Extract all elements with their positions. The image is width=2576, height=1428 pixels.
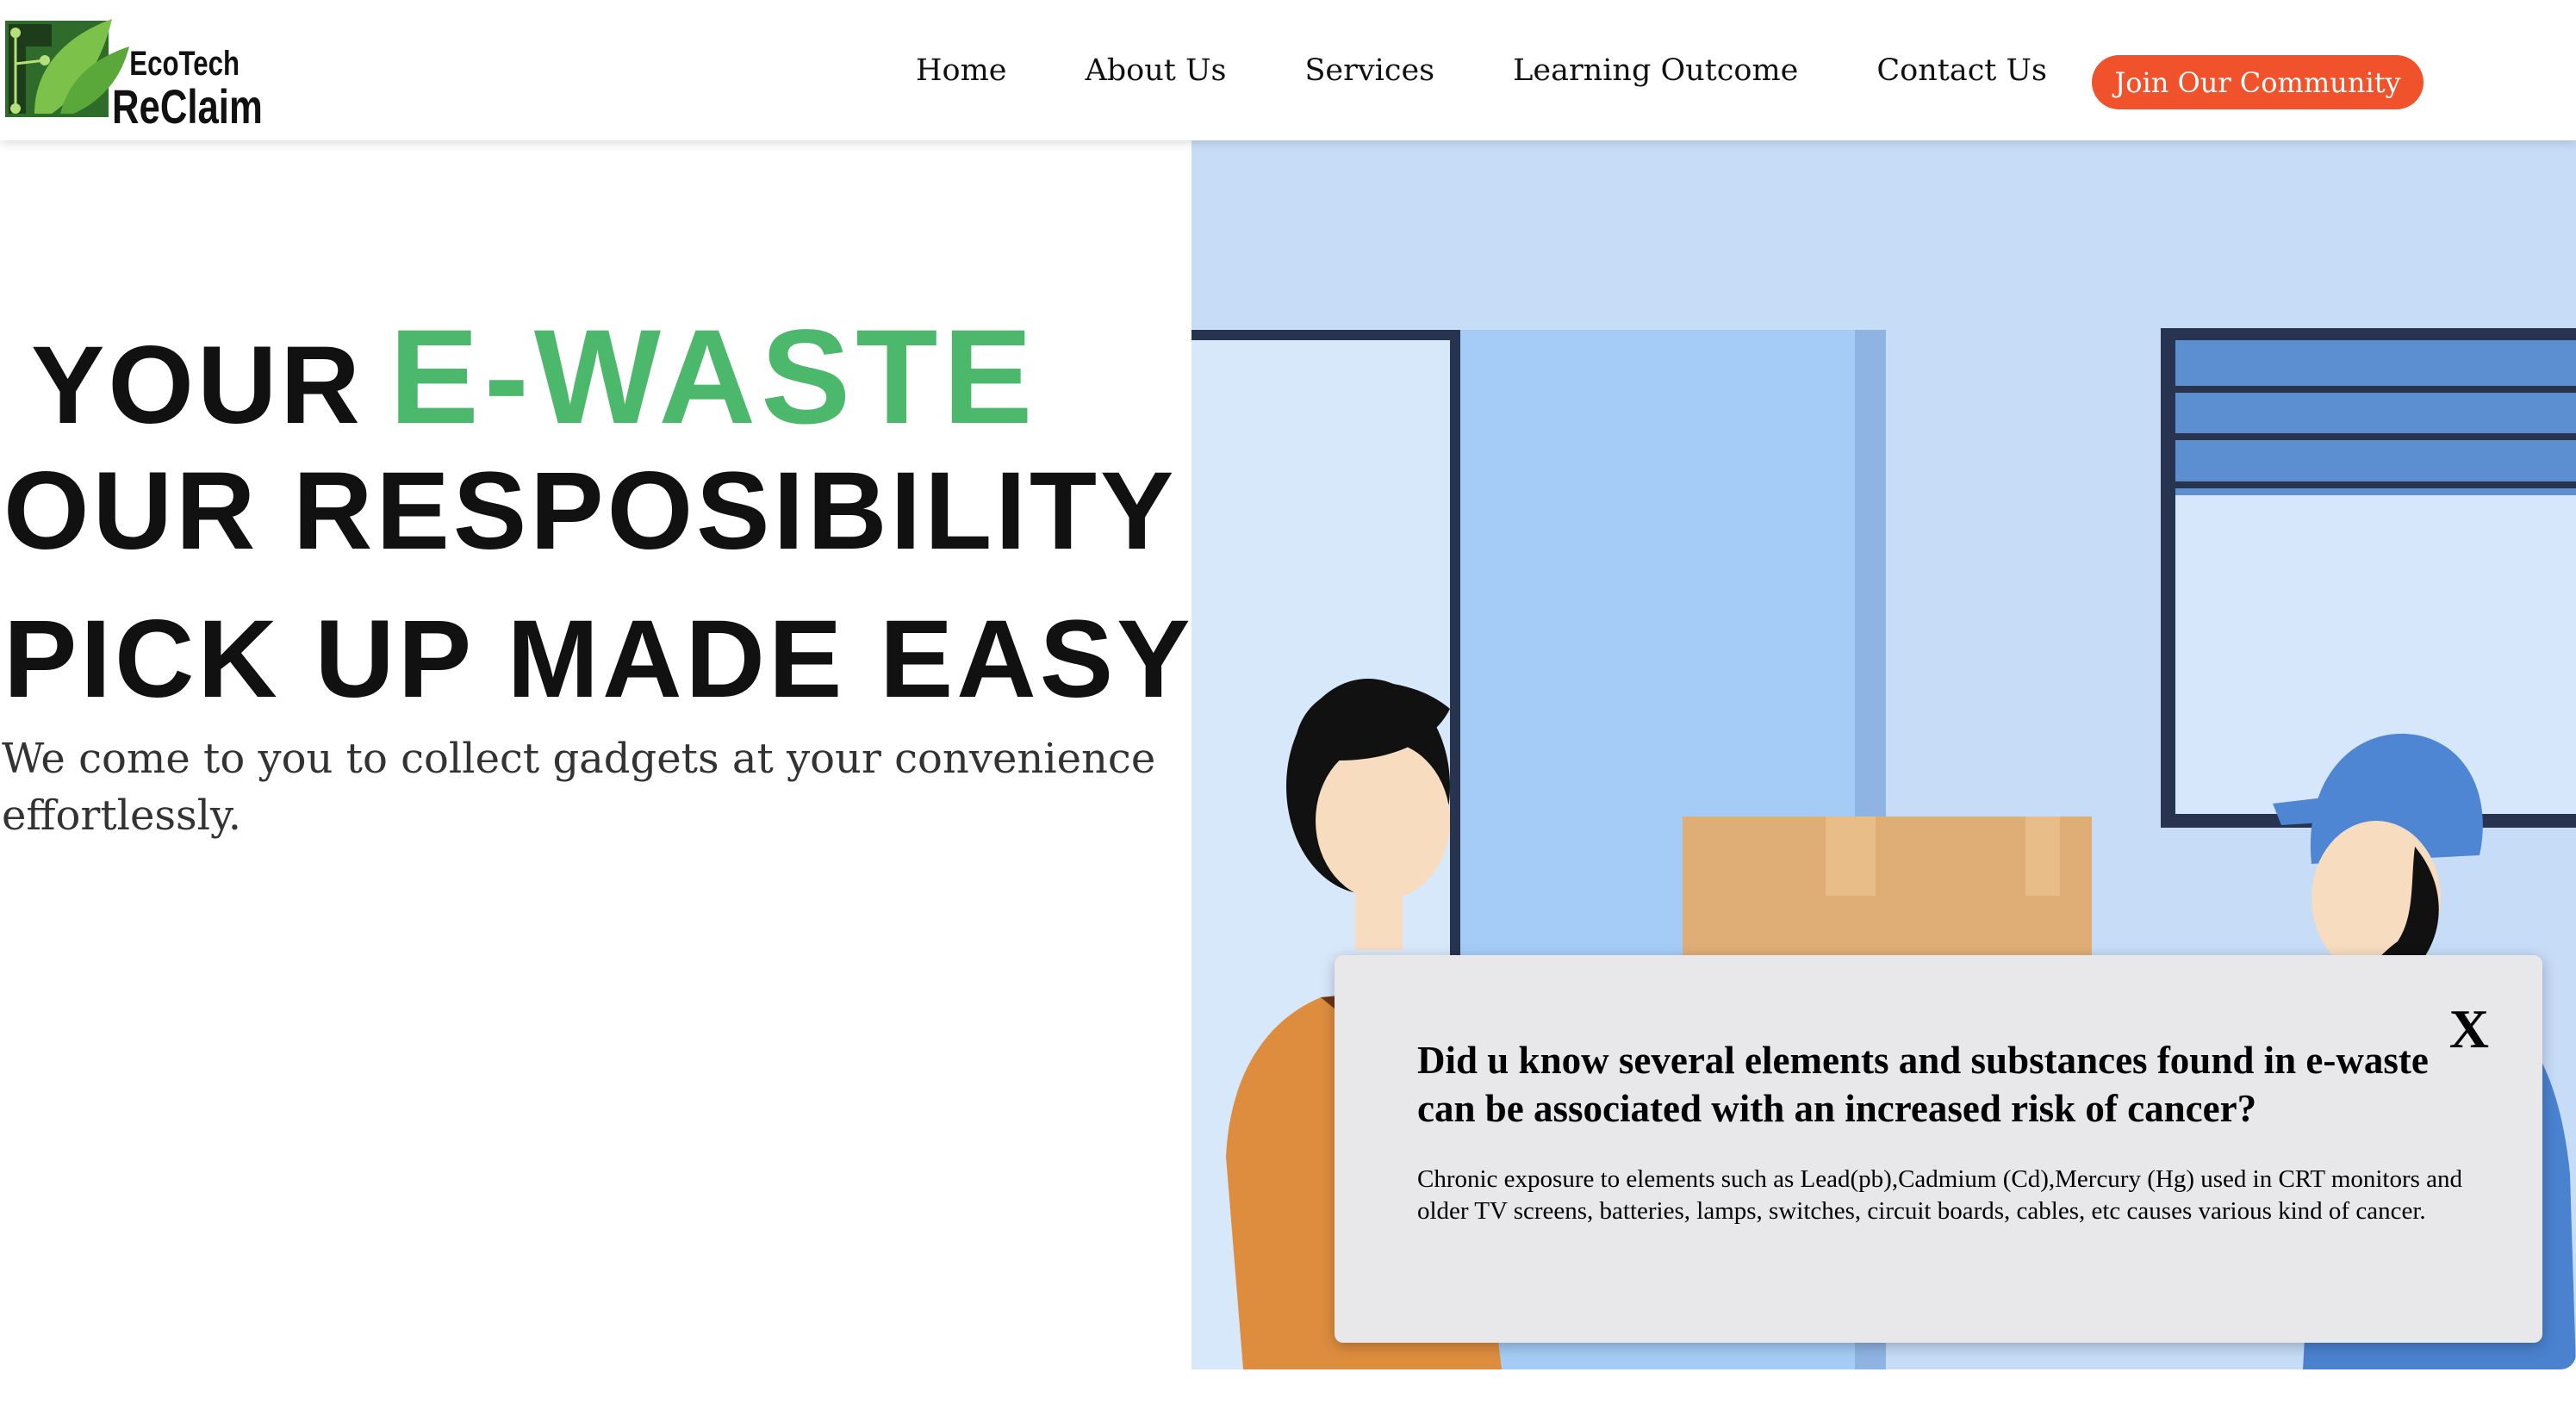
nav-contact-us-link[interactable]: Contact Us bbox=[1876, 53, 2047, 88]
fact-popup: X Did u know several elements and substa… bbox=[1335, 955, 2542, 1343]
brand-name-line2: ReClaim bbox=[112, 79, 263, 133]
hero-line-1: YOUR E-WASTE bbox=[31, 310, 1038, 444]
page: EcoTech ReClaim Home About Us Services L… bbox=[0, 0, 2576, 1428]
brand-name-line1: EcoTech bbox=[129, 45, 240, 83]
brand-logo[interactable]: EcoTech ReClaim bbox=[0, 12, 263, 131]
nav-services-link[interactable]: Services bbox=[1304, 53, 1434, 88]
popup-title: Did u know several elements and substanc… bbox=[1417, 1039, 2429, 1130]
hero-subtitle: We come to you to collect gadgets at you… bbox=[2, 735, 1156, 840]
join-community-button[interactable]: Join Our Community bbox=[2092, 55, 2424, 109]
nav-about-us-link[interactable]: About Us bbox=[1086, 53, 1227, 88]
top-navbar: EcoTech ReClaim Home About Us Services L… bbox=[0, 0, 2576, 140]
nav-learning-outcome-link[interactable]: Learning Outcome bbox=[1513, 53, 1798, 88]
brand-name: EcoTech ReClaim bbox=[112, 47, 263, 131]
hero-line-1-highlight: E-WASTE bbox=[389, 302, 1038, 452]
hero-line-3: PICK UP MADE EASY! bbox=[3, 598, 1235, 721]
nav-home-link[interactable]: Home bbox=[916, 53, 1007, 88]
hero-line-1-prefix: YOUR bbox=[31, 324, 364, 447]
main-nav: Home About Us Services Learning Outcome … bbox=[916, 53, 2047, 88]
hero-line-2: OUR RESPOSIBILITY bbox=[3, 450, 1178, 573]
popup-body: Chronic exposure to elements such as Lea… bbox=[1417, 1165, 2463, 1225]
